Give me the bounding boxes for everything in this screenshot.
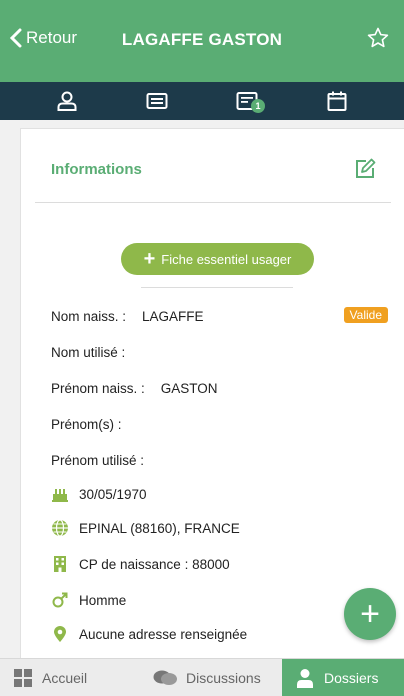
card-title: Informations: [51, 161, 142, 178]
tab-label: Dossiers: [324, 670, 379, 686]
tab-dossiers[interactable]: Dossiers: [282, 659, 404, 696]
tab-label: Discussions: [186, 670, 261, 686]
birthday-cake-icon: [51, 485, 69, 503]
grid-icon: [14, 669, 32, 687]
status-badge: Valide: [343, 307, 388, 323]
app-header: Retour LAGAFFE GASTON: [0, 0, 404, 82]
detail-row-birth-postcode: CP de naissance : 88000: [51, 555, 230, 573]
field-row-prenom-naissance: Prénom naiss. : GASTON: [51, 381, 218, 396]
bottom-tab-bar: Accueil Discussions Dossiers: [0, 658, 404, 696]
chat-bubbles-icon: [153, 670, 177, 685]
tab-id-card[interactable]: [129, 85, 185, 117]
tab-label: Accueil: [42, 670, 88, 686]
field-label: Prénom naiss. :: [51, 381, 145, 396]
add-fab-button[interactable]: +: [344, 588, 396, 640]
id-card-icon: [146, 93, 168, 109]
fiche-essentiel-button[interactable]: + Fiche essentiel usager: [121, 243, 314, 275]
page-title: LAGAFFE GASTON: [121, 30, 283, 49]
detail-row-birthdate: 30/05/1970: [51, 485, 147, 503]
star-icon[interactable]: [366, 26, 390, 50]
building-icon: [51, 555, 69, 573]
field-row-prenom-utilise: Prénom utilisé :: [51, 453, 160, 468]
male-icon: [51, 591, 69, 609]
field-row-prenoms: Prénom(s) :: [51, 417, 138, 432]
field-label: Nom naiss. :: [51, 309, 127, 324]
detail-text: Aucune adresse renseignée: [79, 626, 248, 642]
field-label: Prénom(s) :: [51, 417, 122, 432]
user-icon: [57, 91, 77, 111]
divider: [141, 287, 293, 288]
tab-documents[interactable]: 1: [219, 85, 275, 117]
detail-text: CP de naissance : 88000: [79, 556, 230, 572]
calendar-icon: [327, 91, 347, 111]
globe-icon: [51, 519, 69, 537]
tab-calendar[interactable]: [309, 85, 365, 117]
location-pin-icon: [51, 625, 69, 643]
notification-badge: 1: [251, 99, 265, 113]
field-value: GASTON: [160, 381, 218, 396]
detail-text: 30/05/1970: [79, 486, 147, 502]
field-label: Prénom utilisé :: [51, 453, 145, 468]
section-icon-bar: 1: [0, 82, 404, 120]
tab-profile[interactable]: [39, 85, 95, 117]
field-value: LAGAFFE: [142, 309, 204, 324]
plus-icon: +: [143, 248, 156, 270]
detail-text: Homme: [79, 592, 127, 608]
user-icon: [297, 669, 313, 688]
information-card: Informations + Fiche essentiel usager Va…: [20, 128, 404, 658]
fiche-button-label: Fiche essentiel usager: [161, 251, 292, 267]
tab-accueil[interactable]: Accueil: [0, 659, 140, 696]
edit-icon[interactable]: [353, 157, 377, 181]
detail-text: EPINAL (88160), FRANCE: [79, 520, 240, 536]
card-header: Informations: [35, 129, 391, 203]
tab-discussions[interactable]: Discussions: [140, 659, 282, 696]
field-row-nom-naissance: Nom naiss. : LAGAFFE: [51, 309, 204, 324]
detail-row-address: Aucune adresse renseignée: [51, 625, 247, 643]
detail-row-gender: Homme: [51, 591, 126, 609]
detail-row-birthplace: EPINAL (88160), FRANCE: [51, 519, 240, 537]
field-row-nom-utilise: Nom utilisé :: [51, 345, 141, 360]
field-label: Nom utilisé :: [51, 345, 126, 360]
